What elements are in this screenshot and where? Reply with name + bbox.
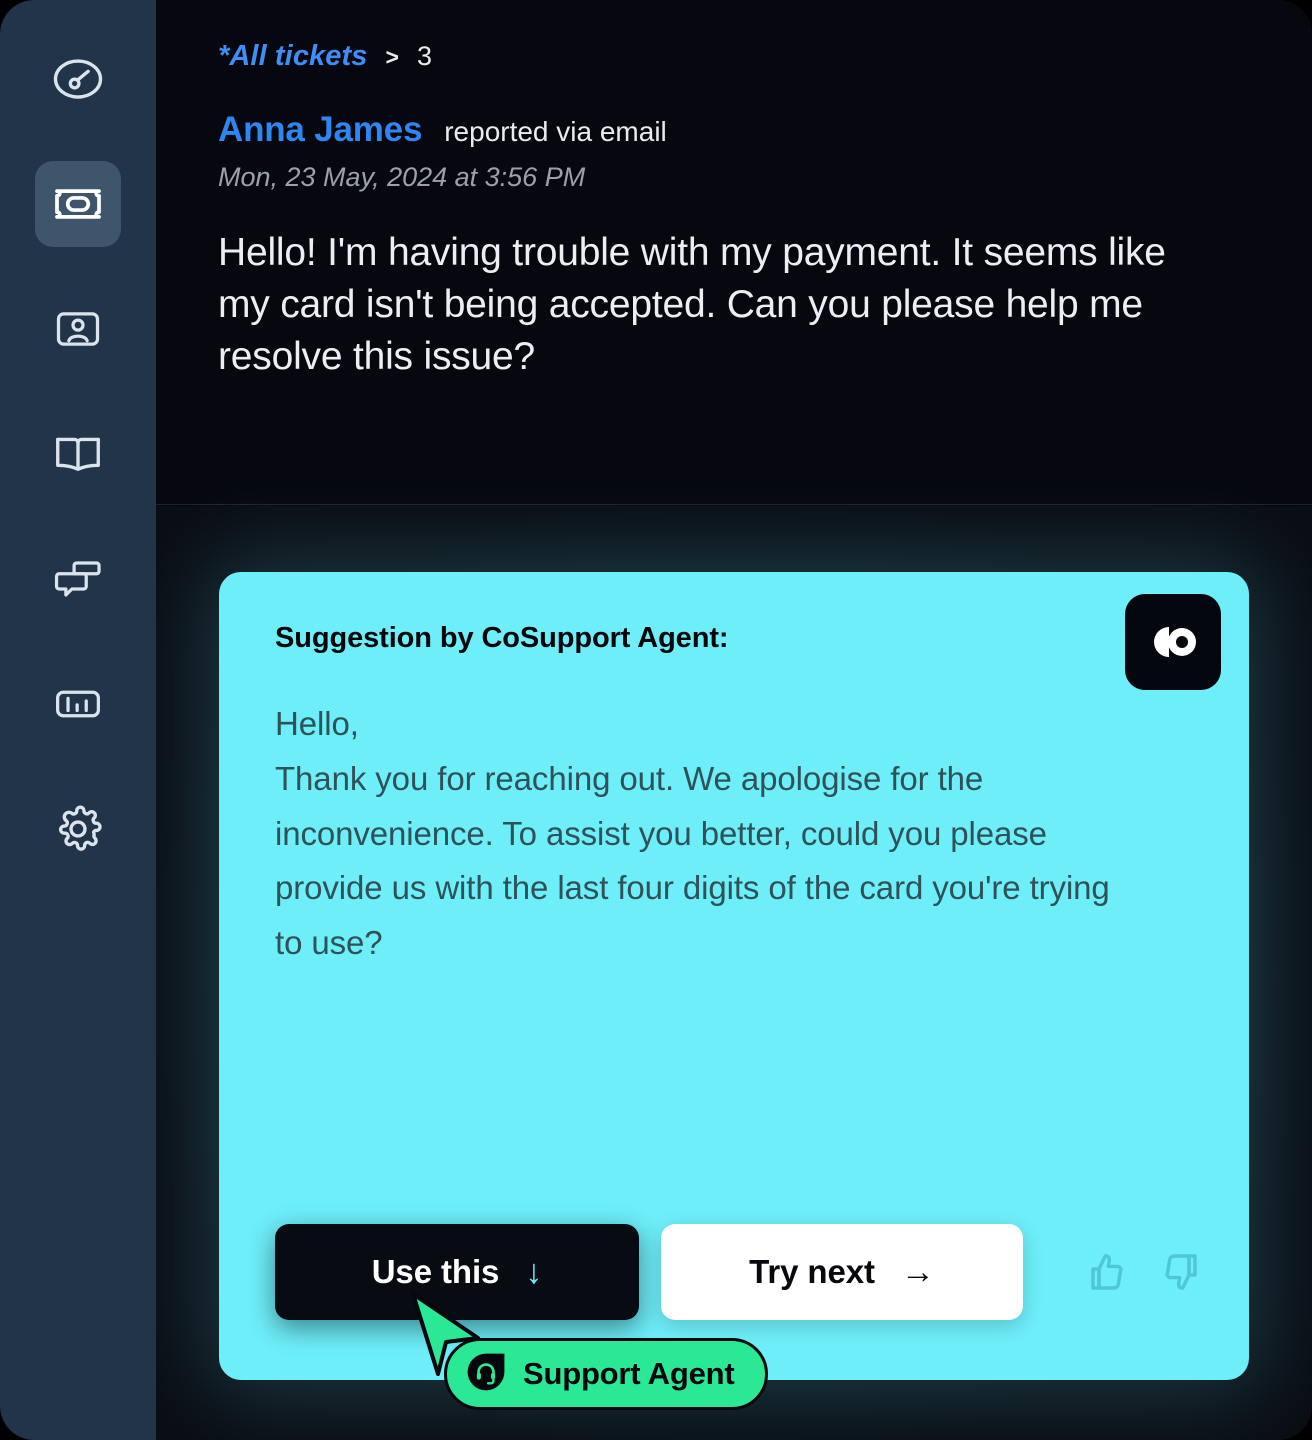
status-badge-label: Support Agent	[523, 1356, 735, 1391]
sidebar-item-analytics[interactable]	[35, 661, 121, 747]
reporter-name-link[interactable]: Anna James	[218, 110, 422, 150]
status-badge: Support Agent	[444, 1338, 768, 1410]
breadcrumb: *All tickets > 3	[218, 40, 1312, 80]
support-agent-icon	[463, 1349, 509, 1400]
thumbs-up-icon[interactable]	[1079, 1248, 1127, 1296]
app-window: *All tickets > 3 Anna James reported via…	[0, 0, 1312, 1440]
feedback-controls	[1079, 1248, 1209, 1296]
suggestion-card-title: Suggestion by CoSupport Agent:	[275, 622, 729, 654]
suggestion-card: Suggestion by CoSupport Agent: Hello, Th…	[219, 572, 1249, 1380]
ticket-icon	[50, 176, 106, 232]
main-content: *All tickets > 3 Anna James reported via…	[156, 0, 1312, 1440]
contact-card-icon	[52, 303, 104, 355]
sidebar-item-knowledge-base[interactable]	[35, 411, 121, 497]
suggestion-actions: Use this ↓ Try next →	[275, 1224, 1209, 1320]
gear-icon	[51, 802, 105, 856]
ticket-timestamp: Mon, 23 May, 2024 at 3:56 PM	[218, 162, 586, 192]
breadcrumb-current-ticket: 3	[416, 41, 432, 71]
arrow-right-icon: →	[900, 1253, 935, 1291]
use-this-label: Use this	[371, 1253, 500, 1290]
sidebar-item-settings[interactable]	[35, 786, 121, 872]
chat-bubbles-icon	[52, 553, 104, 605]
thumbs-down-icon[interactable]	[1161, 1248, 1209, 1296]
sidebar-item-dashboard[interactable]	[35, 36, 121, 122]
book-icon	[51, 427, 105, 481]
try-next-button[interactable]: Try next →	[661, 1224, 1023, 1320]
breadcrumb-all-tickets-link[interactable]: *All tickets	[218, 40, 368, 73]
gauge-icon	[51, 52, 105, 106]
arrow-down-icon: ↓	[525, 1253, 543, 1291]
try-next-label: Try next	[749, 1253, 875, 1290]
sidebar-item-conversations[interactable]	[35, 536, 121, 622]
sidebar-item-tickets[interactable]	[35, 161, 121, 247]
sidebar	[0, 0, 156, 1440]
ticket-header-section: *All tickets > 3 Anna James reported via…	[156, 0, 1312, 505]
suggestion-body-text: Hello, Thank you for reaching out. We ap…	[275, 705, 1110, 962]
cosupport-logo-icon	[1125, 594, 1221, 690]
customer-message: Hello! I'm having trouble with my paymen…	[218, 231, 1166, 378]
sidebar-item-contacts[interactable]	[35, 286, 121, 372]
reported-via-label: reported via email	[444, 116, 667, 147]
reporter-row: Anna James reported via email	[218, 110, 1312, 150]
suggestion-section: Suggestion by CoSupport Agent: Hello, Th…	[156, 506, 1312, 1440]
bar-chart-icon	[52, 678, 104, 730]
breadcrumb-separator-icon: >	[385, 44, 399, 70]
use-this-button[interactable]: Use this ↓	[275, 1224, 639, 1320]
